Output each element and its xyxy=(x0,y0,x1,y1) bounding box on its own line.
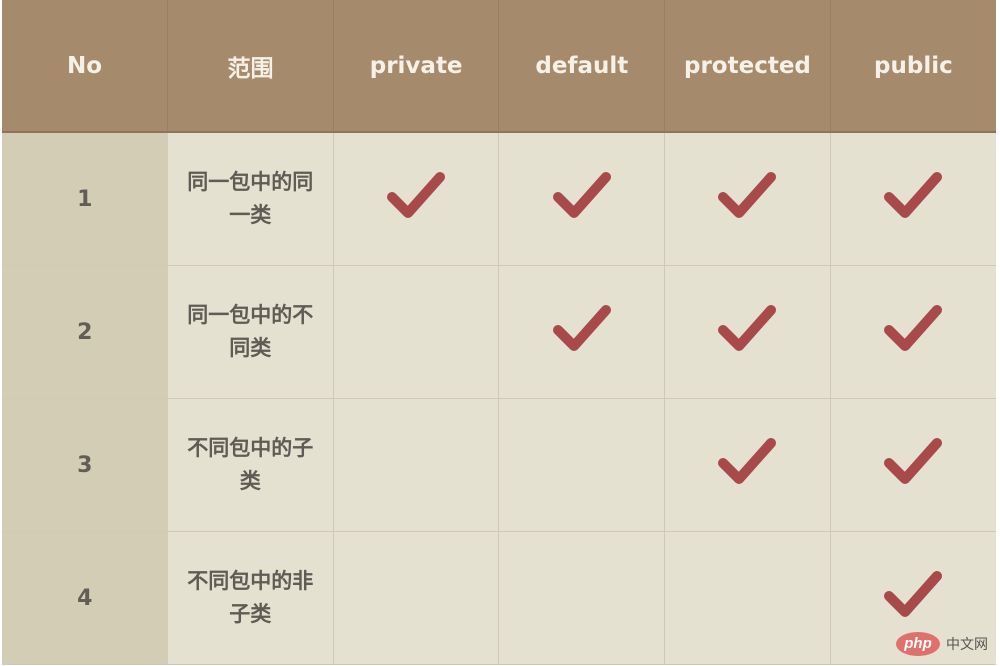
cell-private xyxy=(333,531,500,665)
cell-protected xyxy=(664,132,831,266)
cell-protected xyxy=(664,398,831,532)
checkmark-icon xyxy=(883,433,943,493)
cell-default xyxy=(498,398,666,532)
row-number: 1 xyxy=(2,132,168,266)
table-row: 1 同一包中的同一类 xyxy=(2,132,996,266)
access-modifier-table-container: No 范围 private default protected public 1… xyxy=(2,0,996,665)
scope-cell: 同一包中的同一类 xyxy=(167,132,334,266)
header-public: public xyxy=(830,0,996,133)
access-modifier-table: No 范围 private default protected public 1… xyxy=(2,0,996,665)
scope-cell: 同一包中的不同类 xyxy=(167,265,334,399)
php-logo-badge: php xyxy=(896,632,940,656)
table-header: No 范围 private default protected public xyxy=(2,0,996,133)
cell-protected xyxy=(664,531,831,665)
watermark-text: 中文网 xyxy=(946,637,988,653)
checkmark-icon xyxy=(883,167,943,227)
cell-public xyxy=(830,132,996,266)
checkmark-icon xyxy=(717,167,777,227)
scope-cell: 不同包中的子类 xyxy=(167,398,334,532)
header-private: private xyxy=(333,0,500,133)
header-no: No xyxy=(2,0,169,133)
checkmark-icon xyxy=(717,300,777,360)
cell-private xyxy=(333,398,500,532)
cell-default xyxy=(498,531,666,665)
header-row: No 范围 private default protected public xyxy=(2,0,996,133)
checkmark-icon xyxy=(552,167,612,227)
row-number: 2 xyxy=(2,265,168,399)
table-body: 1 同一包中的同一类 2 同一包中的不同类 3 不同包中的子类 4 不同包中的非… xyxy=(2,132,996,665)
row-number: 4 xyxy=(2,531,168,665)
checkmark-icon xyxy=(883,566,943,626)
header-protected: protected xyxy=(664,0,831,133)
header-default: default xyxy=(498,0,666,133)
table-row: 2 同一包中的不同类 xyxy=(2,265,996,399)
checkmark-icon xyxy=(552,300,612,360)
cell-protected xyxy=(664,265,831,399)
cell-default xyxy=(498,132,666,266)
cell-public xyxy=(830,265,996,399)
scope-cell: 不同包中的非子类 xyxy=(167,531,334,665)
table-row: 4 不同包中的非子类 xyxy=(2,531,996,665)
row-number: 3 xyxy=(2,398,168,532)
header-scope: 范围 xyxy=(167,0,334,133)
checkmark-icon xyxy=(386,167,446,227)
table-row: 3 不同包中的子类 xyxy=(2,398,996,532)
cell-default xyxy=(498,265,666,399)
cell-private xyxy=(333,265,500,399)
checkmark-icon xyxy=(883,300,943,360)
php-cn-watermark: php 中文网 xyxy=(896,632,988,656)
checkmark-icon xyxy=(717,433,777,493)
cell-private xyxy=(333,132,500,266)
cell-public xyxy=(830,398,996,532)
